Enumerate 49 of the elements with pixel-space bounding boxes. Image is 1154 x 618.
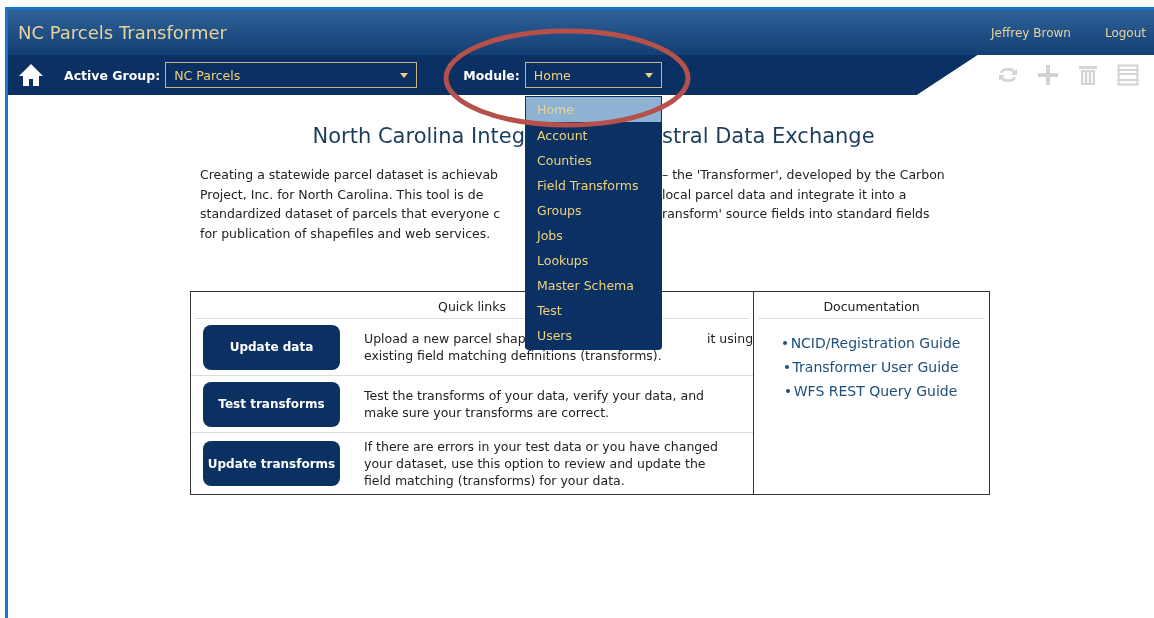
plus-icon[interactable] [1036, 63, 1060, 87]
intro-text: ransform' source fields into standard fields [662, 205, 931, 223]
page-heading: North Carolina Integ [312, 124, 525, 148]
description-text: existing field matching definitions (transforms). [364, 347, 662, 364]
caret-icon [400, 72, 409, 78]
documentation-link[interactable]: Transformer User Guide [792, 359, 959, 375]
quick-link-button[interactable]: Test transforms [203, 381, 340, 427]
user-name-link[interactable]: Jeffrey Brown [991, 25, 1071, 40]
home-icon[interactable] [18, 62, 44, 88]
menu-item[interactable]: Lookups [525, 248, 662, 273]
intro-text: Creating a statewide parcel dataset is achievab [199, 166, 499, 184]
quick-link-button[interactable]: Update data [203, 324, 340, 370]
bullet-icon [785, 389, 790, 393]
documentation-heading: Documentation [758, 292, 985, 319]
menu-item[interactable]: Groups [525, 198, 662, 223]
quick-link-button[interactable]: Update transforms [203, 441, 340, 486]
menu-item[interactable]: Account [525, 123, 662, 148]
intro-text: for publication of shapefiles and web services. [199, 225, 491, 241]
module-label: Module: [463, 67, 520, 83]
description-text: it using [707, 330, 754, 347]
menu-item[interactable]: Test [525, 298, 662, 323]
bullet-icon [782, 341, 787, 345]
menu-item[interactable]: Field Transforms [525, 173, 662, 198]
form-icon[interactable] [1116, 63, 1140, 87]
intro-text: – the 'Transformer', developed by the Carbon [662, 166, 946, 184]
trash-icon[interactable] [1076, 63, 1100, 87]
menu-item[interactable]: Master Schema [525, 273, 662, 298]
menu-item[interactable]: Users [525, 323, 662, 348]
description-text: If there are errors in your test data or you have changed [364, 438, 718, 455]
caret-icon [644, 72, 653, 78]
description-text: Test the transforms of your data, verify your data, and [364, 387, 704, 404]
intro-text: Project, Inc. for North Carolina. This tool is de [199, 185, 485, 204]
intro-text: standardized dataset of parcels that everyone c [199, 205, 502, 223]
documentation-link[interactable]: WFS REST Query Guide [793, 383, 958, 399]
menu-item[interactable]: Counties [525, 148, 662, 173]
description-text: field matching (transforms) for your data. [364, 472, 625, 489]
logout-link[interactable]: Logout [1104, 25, 1146, 40]
app-title: NC Parcels Transformer [18, 22, 228, 43]
description-text: Upload a new parcel shap [364, 330, 526, 347]
description-text: make sure your transforms are correct. [364, 404, 610, 421]
description-text: your dataset, use this option to review and update the [364, 455, 706, 472]
active-group-label: Active Group: [64, 67, 161, 83]
menu-item[interactable]: Jobs [525, 223, 662, 248]
documentation-link[interactable]: NCID/Registration Guide [790, 335, 961, 351]
module-dropdown[interactable]: Home [524, 62, 662, 88]
active-group-dropdown[interactable]: NC Parcels [165, 62, 418, 88]
intro-text: local parcel data and integrate it into a [662, 185, 908, 204]
page-heading: stral Data Exchange [662, 124, 876, 148]
bullet-icon [784, 365, 789, 369]
